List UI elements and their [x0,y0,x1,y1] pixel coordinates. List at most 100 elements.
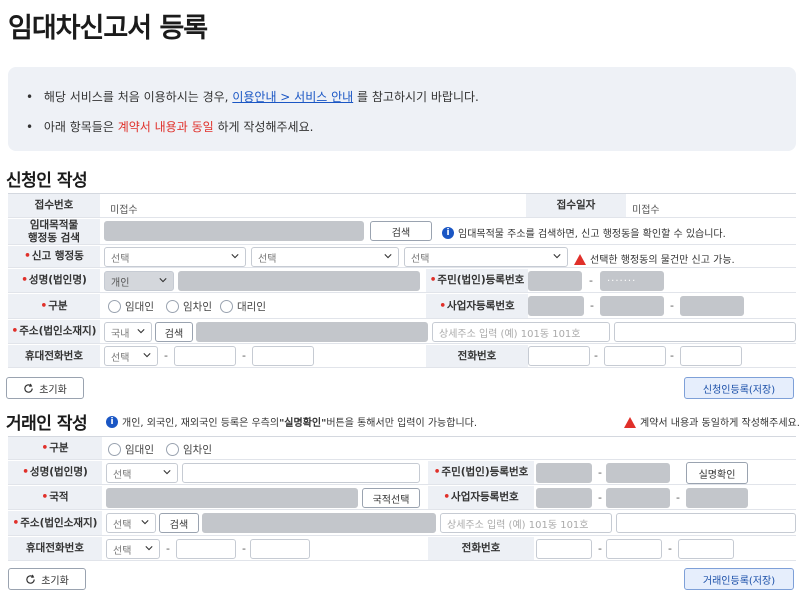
select-value: 선택 [113,469,132,481]
service-guide-link[interactable]: 이용안내 > 서비스 안내 [232,90,353,104]
property-search-row: 임대목적물 행정동 검색 검색 i 임대목적물 주소를 검색하면, 신고 행정동… [8,219,796,245]
radio-circle [108,443,121,456]
select-value: 국내 [111,328,130,340]
notice-line-2: • 아래 항목들은 계약서 내용과 동일 하게 작성해주세요. [26,118,313,135]
reset-label: 초기화 [39,384,67,396]
dash: - [164,349,168,362]
cp-mobile-middle-input[interactable] [176,539,236,559]
info-text-bold: "실명확인" [279,418,327,429]
cp-phone-area-input[interactable] [536,539,592,559]
counterparty-submit-button[interactable]: 거래인등록(저장) [684,568,794,590]
cp-mobile-last-input[interactable] [250,539,310,559]
phone-area-input[interactable] [528,346,590,366]
receipt-date-label: 접수일자 [526,194,626,217]
select-value: 선택 [258,253,277,265]
verify-name-button[interactable]: 실명확인 [686,462,748,484]
cp-biz-no-input-1[interactable] [536,488,592,508]
nationality-input[interactable] [106,488,358,508]
notice-text: 하게 작성해주세요. [217,120,314,134]
dash: - [594,349,598,362]
cp-address-main-input[interactable] [202,513,436,533]
resident-no-label: • 주민(법인)등록번호 [426,269,528,292]
cp-radio-lessee[interactable]: 임차인 [166,442,212,457]
address-label-text: 주소(법인소재지) [19,325,97,338]
mobile-prefix-select[interactable]: 선택 [104,346,158,366]
cp-address-extra-input[interactable] [616,513,796,533]
counterparty-reset-button[interactable]: 초기화 [8,568,86,590]
admin-dong-select-3[interactable]: 선택 [404,247,568,267]
dash: - [598,466,602,479]
admin-dong-select-2[interactable]: 선택 [251,247,399,267]
chevron-down-icon [553,254,561,259]
radio-circle [166,300,179,313]
cp-address-label: • 주소(법인소재지) [8,511,102,535]
cp-name-type-select[interactable]: 선택 [106,463,178,483]
cp-resident-no-front-input[interactable] [536,463,592,483]
radio-lessee[interactable]: 임차인 [166,299,212,314]
applicant-name-input[interactable] [178,271,420,291]
chevron-down-icon [145,546,153,551]
address-search-button[interactable]: 검색 [155,322,193,342]
property-search-button[interactable]: 검색 [370,221,432,241]
radio-label: 대리인 [237,301,266,313]
applicant-name-row: • 성명(법인명) 개인 • 주민(법인)등록번호 - ······· [8,269,796,293]
address-extra-input[interactable] [614,322,796,342]
biz-no-input-1[interactable] [528,296,584,316]
applicant-reset-button[interactable]: 초기화 [6,377,84,399]
phone-middle-input[interactable] [604,346,666,366]
biz-no-label: • 사업자등록번호 [426,294,528,318]
radio-circle [108,300,121,313]
cp-biz-no-input-2[interactable] [606,488,670,508]
mobile-middle-input[interactable] [174,346,236,366]
cp-phone-last-input[interactable] [678,539,734,559]
cp-radio-lessor[interactable]: 임대인 [108,442,154,457]
radio-lessor[interactable]: 임대인 [108,299,154,314]
select-value: 선택 [111,352,130,364]
dash: - [670,299,674,312]
cp-name-input[interactable] [182,463,420,483]
cp-category-label: • 구분 [8,437,102,459]
cp-mobile-prefix-select[interactable]: 선택 [106,539,160,559]
name-label: • 성명(법인명) [8,269,100,292]
applicant-section-title: 신청인 작성 [6,171,88,191]
cp-address-type-select[interactable]: 선택 [106,513,156,533]
nationality-select-button[interactable]: 국적선택 [362,488,420,508]
applicant-submit-button[interactable]: 신청인등록(저장) [684,377,794,399]
chevron-down-icon [384,254,392,259]
cp-resident-no-back-input[interactable] [606,463,670,483]
dash: - [676,491,680,504]
property-info-text: 임대목적물 주소를 검색하면, 신고 행정동을 확인할 수 있습니다. [458,229,726,240]
phone-last-input[interactable] [680,346,742,366]
biz-no-input-3[interactable] [680,296,744,316]
name-type-select[interactable]: 개인 [104,271,174,291]
cp-biz-no-input-3[interactable] [686,488,748,508]
address-main-input[interactable] [196,322,428,342]
resident-no-front-input[interactable] [528,271,582,291]
address-detail-input[interactable]: 상세주소 입력 (예) 101동 101호 [432,322,610,342]
admin-dong-select-1[interactable]: 선택 [104,247,246,267]
notice-text: 를 참고하시기 바랍니다. [357,90,479,104]
admin-dong-warning-text: 선택한 행정동의 물건만 신고 가능. [590,255,735,266]
admin-dong-warning: 선택한 행정동의 물건만 신고 가능. [574,251,735,266]
info-icon: i [442,226,454,239]
cp-biz-no-label: • 사업자등록번호 [428,486,534,509]
property-address-input[interactable] [104,221,364,241]
warning-icon [624,417,636,428]
dash: - [590,299,594,312]
cp-mobile-label: 휴대전화번호 [8,537,102,560]
biz-no-input-2[interactable] [600,296,664,316]
notice-highlight: 계약서 내용과 동일 [117,120,214,134]
resident-no-back-input[interactable]: ······· [600,271,664,291]
applicant-category-row: • 구분 임대인 임차인 대리인 • 사업자등록번호 - - [8,294,796,319]
cp-address-detail-input[interactable]: 상세주소 입력 (예) 101동 101호 [440,513,612,533]
address-type-select[interactable]: 국내 [104,322,152,342]
radio-agent[interactable]: 대리인 [220,299,266,314]
mobile-last-input[interactable] [252,346,314,366]
cp-address-search-button[interactable]: 검색 [159,513,199,533]
info-text: 개인, 외국인, 재외국인 등록은 우측의 [122,418,280,429]
cp-phone-middle-input[interactable] [606,539,662,559]
property-info-note: i 임대목적물 주소를 검색하면, 신고 행정동을 확인할 수 있습니다. [442,225,726,240]
name-label-text: 성명(법인명) [28,274,87,287]
cp-name-label-text: 성명(법인명) [29,466,88,479]
dash: - [166,542,170,555]
